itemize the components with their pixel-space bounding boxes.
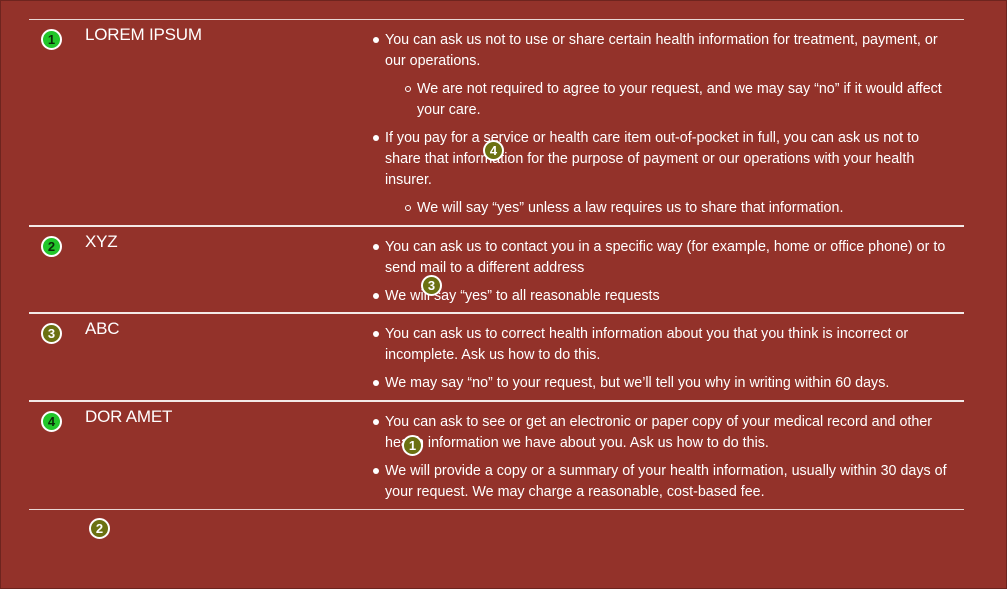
bullet-item: You can ask us not to use or share certa… bbox=[372, 30, 952, 71]
bullet-item: We will say “yes” to all reasonable requ… bbox=[372, 286, 952, 307]
rights-table: 1 LOREM IPSUM You can ask us not to use … bbox=[29, 19, 964, 510]
row-number-badge: 2 bbox=[41, 236, 62, 257]
row-title: XYZ bbox=[85, 232, 118, 251]
bullet-item: You can ask to see or get an electronic … bbox=[372, 412, 952, 453]
row-number-badge: 1 bbox=[41, 29, 62, 50]
table-row: 4 DOR AMET You can ask to see or get an … bbox=[29, 402, 964, 510]
bullet-item: We will provide a copy or a summary of y… bbox=[372, 461, 952, 502]
row-title: LOREM IPSUM bbox=[85, 25, 202, 44]
row-content: You can ask us to correct health informa… bbox=[372, 324, 952, 402]
annotation-marker[interactable]: 2 bbox=[89, 518, 110, 539]
row-number-badge: 3 bbox=[41, 323, 62, 344]
bullet-item: If you pay for a service or health care … bbox=[372, 128, 952, 190]
table-row: 2 XYZ You can ask us to contact you in a… bbox=[29, 227, 964, 314]
row-content: You can ask us not to use or share certa… bbox=[372, 30, 952, 227]
bullet-item: You can ask us to contact you in a speci… bbox=[372, 237, 952, 278]
table-row: 3 ABC You can ask us to correct health i… bbox=[29, 314, 964, 402]
row-title: ABC bbox=[85, 319, 120, 338]
sub-bullet-item: We will say “yes” unless a law requires … bbox=[372, 198, 952, 219]
row-content: You can ask to see or get an electronic … bbox=[372, 412, 952, 510]
annotation-marker[interactable]: 4 bbox=[483, 140, 504, 161]
bullet-item: We may say “no” to your request, but we’… bbox=[372, 373, 952, 394]
row-number-badge: 4 bbox=[41, 411, 62, 432]
table-row: 1 LOREM IPSUM You can ask us not to use … bbox=[29, 20, 964, 227]
sub-bullet-item: We are not required to agree to your req… bbox=[372, 79, 952, 120]
row-content: You can ask us to contact you in a speci… bbox=[372, 237, 952, 315]
annotation-marker[interactable]: 3 bbox=[421, 275, 442, 296]
bullet-item: You can ask us to correct health informa… bbox=[372, 324, 952, 365]
annotation-marker[interactable]: 1 bbox=[402, 435, 423, 456]
row-title: DOR AMET bbox=[85, 407, 173, 426]
